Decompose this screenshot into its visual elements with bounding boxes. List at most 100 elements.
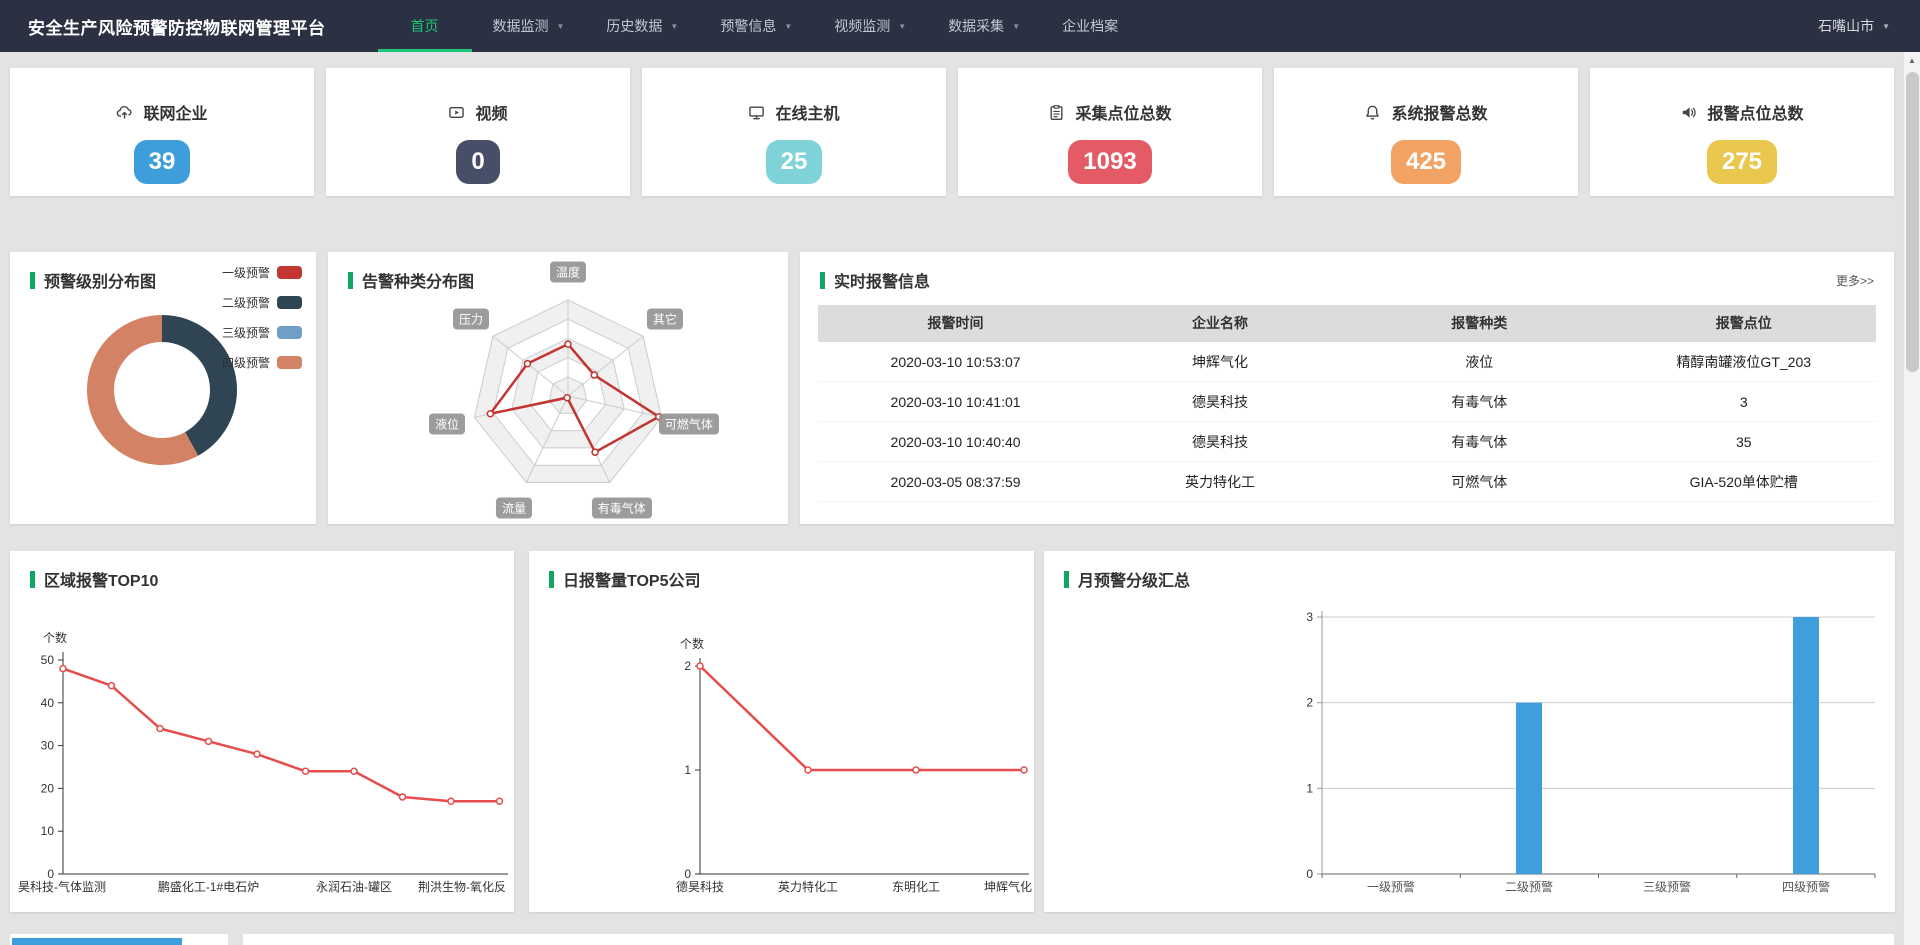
- monthly-summary-bar-chart: 0123一级预警二级预警三级预警四级预警: [1044, 551, 1895, 912]
- alarm-type-radar-chart: [328, 252, 788, 524]
- table-cell: 2020-03-10 10:53:07: [818, 342, 1093, 382]
- column-header: 报警时间: [818, 305, 1093, 342]
- chevron-down-icon: ▼: [1012, 22, 1020, 31]
- nav-item-1[interactable]: 数据监测 ▼: [472, 0, 586, 52]
- panel-title: 日报警量TOP5公司: [563, 567, 701, 591]
- table-cell: 2020-03-05 08:37:59: [818, 462, 1093, 502]
- svg-text:昊科技-气体监测: 昊科技-气体监测: [18, 879, 106, 894]
- panel-title-marker: [1064, 571, 1069, 588]
- nav-item-label: 数据监测: [493, 16, 549, 36]
- nav-item-4[interactable]: 视频监测 ▼: [813, 0, 927, 52]
- chevron-down-icon: ▼: [557, 22, 565, 31]
- stat-card-head: 系统报警总数: [1274, 100, 1578, 124]
- speaker-icon: [1680, 104, 1697, 121]
- panel-warning-level: 预警级别分布图 一级预警二级预警三级预警四级预警: [10, 252, 316, 524]
- svg-text:德昊科技: 德昊科技: [676, 879, 724, 894]
- panel-title-marker: [549, 571, 554, 588]
- svg-text:二级预警: 二级预警: [1505, 879, 1553, 894]
- nav-item-6[interactable]: 企业档案: [1041, 0, 1139, 52]
- stat-card-value: 39: [134, 140, 191, 184]
- stat-card-label: 系统报警总数: [1391, 100, 1487, 124]
- chevron-down-icon: ▼: [898, 22, 906, 31]
- partial-panel-right: [243, 934, 1894, 945]
- region-selector[interactable]: 石嘴山市 ▼: [1818, 0, 1890, 52]
- table-row: 2020-03-10 10:53:07坤辉气化液位精醇南罐液位GT_203: [818, 342, 1876, 382]
- table-row: 2020-03-10 10:40:40德昊科技有毒气体35: [818, 422, 1876, 462]
- nav-item-label: 视频监测: [834, 16, 890, 36]
- daily-top5-line-chart: 012个数德昊科技英力特化工东明化工坤辉气化: [529, 551, 1034, 912]
- monitor-icon: [748, 104, 765, 121]
- panel-title-marker: [30, 272, 35, 289]
- chevron-down-icon: ▼: [1882, 22, 1890, 31]
- legend-item-0[interactable]: 一级预警: [222, 264, 302, 281]
- stat-card-5: 报警点位总数275: [1590, 68, 1894, 196]
- nav-item-label: 首页: [411, 16, 439, 36]
- alarm-table-body: 2020-03-10 10:53:07坤辉气化液位精醇南罐液位GT_203202…: [818, 342, 1876, 502]
- panel-title-row: 实时报警信息: [820, 268, 930, 292]
- svg-text:0: 0: [1306, 867, 1313, 881]
- svg-text:0: 0: [47, 867, 54, 881]
- radar-axis-label: 可燃气体: [659, 413, 719, 434]
- more-link[interactable]: 更多>>: [1836, 272, 1874, 289]
- svg-text:东明化工: 东明化工: [892, 880, 940, 894]
- stat-card-4: 系统报警总数425: [1274, 68, 1578, 196]
- stat-card-value: 1093: [1068, 140, 1151, 184]
- bell-icon: [1364, 104, 1381, 121]
- nav-menu: 首页 数据监测 ▼ 历史数据▼预警信息▼ 视频监测 ▼ 数据采集 ▼ 企业档案: [378, 0, 1140, 52]
- nav-item-0[interactable]: 首页: [378, 0, 472, 52]
- stat-card-0: 联网企业39: [10, 68, 314, 196]
- radar-axis-label: 流量: [496, 497, 532, 518]
- stat-card-label: 视频: [475, 100, 507, 124]
- stat-card-value: 0: [456, 140, 499, 184]
- nav-item-3[interactable]: 预警信息▼: [699, 0, 813, 52]
- panel-title-row: 月预警分级汇总: [1064, 567, 1190, 591]
- column-header: 企业名称: [1093, 305, 1347, 342]
- region-top10-line-chart: 01020304050个数昊科技-气体监测鹏盛化工-1#电石炉永润石油-罐区荆洪…: [10, 551, 514, 912]
- scrollbar[interactable]: ▲: [1903, 52, 1920, 945]
- legend-label: 二级预警: [222, 294, 270, 311]
- table-cell: 35: [1611, 422, 1876, 462]
- panel-title-row: 告警种类分布图: [348, 268, 474, 292]
- partial-blue-bar: [12, 938, 182, 945]
- svg-text:2: 2: [1306, 696, 1313, 710]
- legend-item-2[interactable]: 三级预警: [222, 324, 302, 341]
- column-header: 报警种类: [1347, 305, 1612, 342]
- nav-item-5[interactable]: 数据采集 ▼: [927, 0, 1041, 52]
- svg-text:10: 10: [41, 824, 55, 838]
- scrollbar-thumb[interactable]: [1906, 72, 1919, 372]
- panel-monthly-summary: 0123一级预警二级预警三级预警四级预警 月预警分级汇总: [1044, 551, 1895, 912]
- panel-title: 告警种类分布图: [362, 268, 474, 292]
- radar-axis-label: 其它: [647, 308, 683, 329]
- stat-card-label: 在线主机: [775, 100, 839, 124]
- nav-item-label: 数据采集: [948, 16, 1004, 36]
- panel-title: 预警级别分布图: [44, 268, 156, 292]
- svg-text:个数: 个数: [43, 630, 67, 645]
- radar-axis-label: 压力: [453, 308, 489, 329]
- nav-item-2[interactable]: 历史数据▼: [585, 0, 699, 52]
- table-cell: 德昊科技: [1093, 382, 1347, 422]
- stat-card-head: 在线主机: [642, 100, 946, 124]
- legend-label: 三级预警: [222, 324, 270, 341]
- table-cell: 坤辉气化: [1093, 342, 1347, 382]
- panel-title: 实时报警信息: [834, 268, 930, 292]
- table-cell: 可燃气体: [1347, 462, 1612, 502]
- panel-title-marker: [820, 272, 825, 289]
- svg-text:永润石油-罐区: 永润石油-罐区: [316, 880, 392, 894]
- stat-card-label: 采集点位总数: [1075, 100, 1171, 124]
- panel-title-marker: [30, 571, 35, 588]
- column-header: 报警点位: [1611, 305, 1876, 342]
- video-icon: [448, 104, 465, 121]
- table-cell: 有毒气体: [1347, 382, 1612, 422]
- legend-swatch: [277, 296, 302, 309]
- legend-item-3[interactable]: 四级预警: [222, 354, 302, 371]
- table-row: 2020-03-10 10:41:01德昊科技有毒气体3: [818, 382, 1876, 422]
- legend-item-1[interactable]: 二级预警: [222, 294, 302, 311]
- stat-card-3: 采集点位总数 1093: [958, 68, 1262, 196]
- chevron-down-icon: ▼: [784, 22, 792, 31]
- svg-text:三级预警: 三级预警: [1643, 879, 1691, 894]
- legend-swatch: [277, 326, 302, 339]
- svg-text:3: 3: [1306, 610, 1313, 624]
- scrollbar-up-arrow-icon[interactable]: ▲: [1904, 52, 1920, 69]
- stat-card-value: 275: [1707, 140, 1777, 184]
- app-title: 安全生产风险预警防控物联网管理平台: [28, 14, 326, 39]
